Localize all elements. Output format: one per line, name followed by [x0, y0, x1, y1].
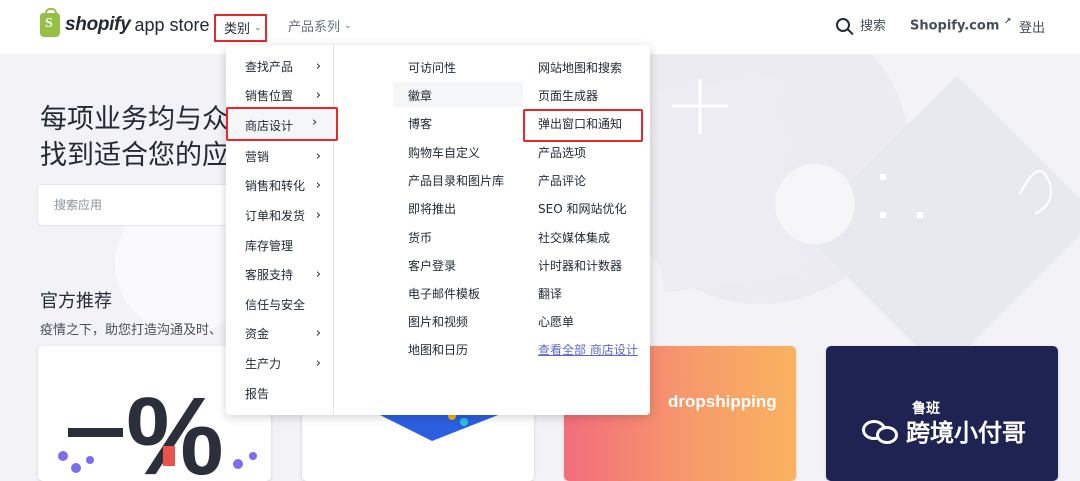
chevron-right-icon: › — [315, 325, 321, 341]
category-marketing[interactable]: 营销 › — [245, 146, 321, 166]
category-label: 营销 — [245, 149, 270, 164]
category-label: 生产力 — [245, 356, 282, 371]
external-link-icon: ↗ — [1003, 17, 1012, 27]
category-label: 商店设计 — [245, 119, 294, 133]
subcategory-timers-counters[interactable]: 计时器和计数器 — [538, 257, 622, 274]
logo-wordmark: shopify — [65, 14, 131, 35]
app-search-input[interactable] — [52, 185, 236, 225]
subcategory-images-video[interactable]: 图片和视频 — [408, 313, 468, 330]
search-label: 搜索 — [860, 19, 887, 34]
subcategory-email-templates[interactable]: 电子邮件模板 — [408, 285, 480, 302]
subcategory-product-options[interactable]: 产品选项 — [538, 144, 586, 161]
category-label: 报告 — [245, 386, 270, 401]
watermark-text: 跨境小付哥 — [906, 419, 1026, 447]
chevron-right-icon: › — [315, 207, 321, 223]
shopify-com-link[interactable]: Shopify.com ↗ — [910, 17, 1011, 33]
category-selling-places[interactable]: 销售位置 › — [245, 85, 321, 105]
category-label: 订单和发货 — [245, 208, 306, 223]
subcategory-currency[interactable]: 货币 — [408, 229, 432, 246]
category-sales-conversion[interactable]: 销售和转化 › — [245, 175, 321, 195]
subcategory-seo[interactable]: SEO 和网站优化 — [538, 200, 626, 217]
hero-title-line2: 找到适合您的应 — [40, 140, 229, 171]
category-label: 客服支持 — [245, 267, 294, 282]
subcategory-blog[interactable]: 博客 — [408, 115, 432, 132]
subcategory-accessibility[interactable]: 可访问性 — [408, 59, 456, 76]
wechat-watermark: 跨境小付哥 — [862, 413, 1026, 448]
category-label: 查找产品 — [245, 59, 294, 74]
chevron-right-icon: › — [315, 58, 321, 74]
category-store-design-active[interactable]: 商店设计 › — [226, 107, 338, 141]
category-finances[interactable]: 资金 › — [245, 323, 321, 343]
recommended-subtitle: 疫情之下，助您打造沟通及时、 — [40, 323, 223, 338]
subcategory-product-reviews[interactable]: 产品评论 — [538, 172, 586, 189]
chevron-right-icon: › — [315, 355, 321, 371]
category-label: 库存管理 — [245, 238, 294, 253]
category-productivity[interactable]: 生产力 › — [245, 353, 321, 373]
subcategory-maps-calendars[interactable]: 地图和日历 — [408, 341, 468, 358]
chevron-right-icon: › — [315, 87, 321, 103]
logo-subtitle: app store — [134, 14, 210, 35]
subcategory-social-media[interactable]: 社交媒体集成 — [538, 229, 610, 246]
shopify-bag-icon — [40, 8, 60, 37]
category-label: 资金 — [245, 326, 270, 341]
subcategory-customer-login[interactable]: 客户登录 — [408, 257, 456, 274]
subcategory-page-builder[interactable]: 页面生成器 — [538, 87, 598, 104]
categories-dropdown: 查找产品 › 销售位置 › 商店设计 › 营销 › 销售和转化 › 订单和发货 … — [226, 45, 650, 415]
subcategory-badges[interactable]: 徽章 — [408, 87, 432, 104]
nav-collections-menu[interactable]: 产品系列 ⌄ — [288, 16, 352, 35]
nav-categories-menu[interactable]: 类别 ⌄ — [214, 14, 267, 42]
category-inventory[interactable]: 库存管理 — [245, 235, 321, 255]
chevron-down-icon: ⌄ — [344, 20, 352, 31]
category-find-products[interactable]: 查找产品 › — [245, 56, 321, 76]
chevron-right-icon: › — [315, 177, 321, 193]
nav-categories-label: 类别 — [224, 22, 251, 37]
wechat-icon — [862, 416, 900, 446]
card3-brand-text: dropshipping — [668, 392, 777, 411]
category-label: 销售和转化 — [245, 178, 306, 193]
recommended-title: 官方推荐 — [40, 291, 112, 312]
hero-title: 每项业务均与众 找到适合您的应 — [40, 102, 229, 174]
category-trust-security[interactable]: 信任与安全 — [245, 294, 321, 314]
view-all-store-design-link[interactable]: 查看全部 商店设计 — [538, 341, 638, 358]
chevron-down-icon: ⌄ — [254, 22, 262, 33]
search-button[interactable]: 搜索 — [836, 15, 886, 34]
app-search-field[interactable] — [38, 185, 258, 225]
chevron-right-icon: › — [312, 115, 318, 130]
hero-title-line1: 每项业务均与众 — [40, 104, 229, 135]
chevron-right-icon: › — [315, 148, 321, 164]
category-label: 信任与安全 — [245, 297, 306, 312]
category-label: 销售位置 — [245, 88, 294, 103]
nav-collections-label: 产品系列 — [288, 20, 341, 35]
shopify-com-label: Shopify.com — [910, 18, 1000, 34]
search-icon — [836, 17, 850, 32]
subcategory-cart-customization[interactable]: 购物车自定义 — [408, 144, 480, 161]
category-reporting[interactable]: 报告 — [245, 383, 321, 403]
category-orders-shipping[interactable]: 订单和发货 › — [245, 205, 321, 225]
category-customer-support[interactable]: 客服支持 › — [245, 264, 321, 284]
logout-link[interactable]: 登出 — [1019, 17, 1045, 36]
subcategory-translation[interactable]: 翻译 — [538, 285, 562, 302]
chevron-right-icon: › — [315, 266, 321, 282]
subcategory-catalog-gallery[interactable]: 产品目录和图片库 — [408, 172, 504, 189]
dropdown-divider — [333, 45, 334, 415]
subcategory-sitemap-search[interactable]: 网站地图和搜索 — [538, 59, 622, 76]
shopify-app-store-logo[interactable]: shopify app store — [40, 8, 210, 40]
subcategory-wishlist[interactable]: 心愿单 — [538, 313, 574, 330]
subcategory-popups-notifications[interactable]: 弹出窗口和通知 — [538, 115, 622, 132]
subcategory-coming-soon[interactable]: 即将推出 — [408, 200, 456, 217]
